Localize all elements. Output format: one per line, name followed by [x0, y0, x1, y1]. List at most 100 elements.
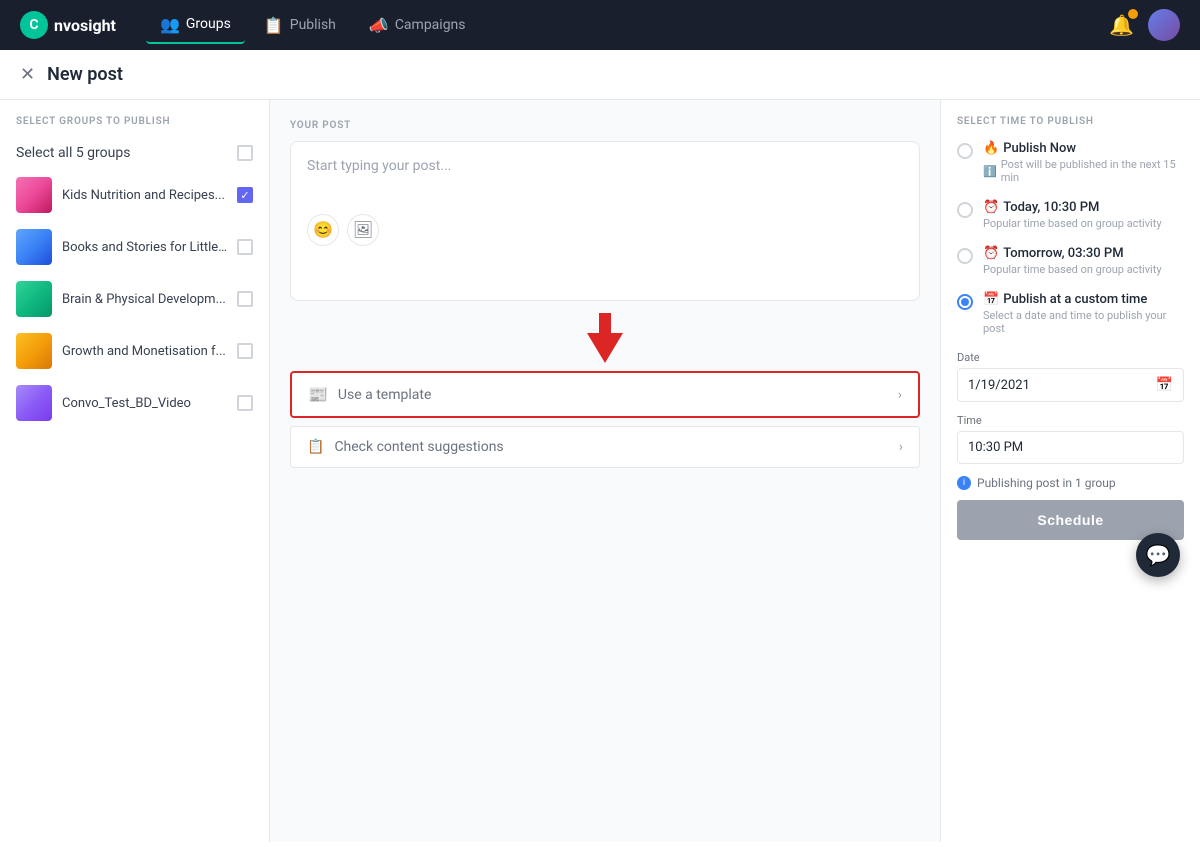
group-item-4[interactable]: Growth and Monetisation f...	[0, 325, 269, 377]
template-row-left: 📰 Use a template	[308, 385, 431, 404]
nav-label-groups: Groups	[186, 16, 231, 32]
page-title: New post	[47, 64, 123, 85]
content-layout: SELECT GROUPS TO PUBLISH Select all 5 gr…	[0, 100, 1200, 842]
group-checkbox-2[interactable]	[237, 239, 253, 255]
notifications-button[interactable]: 🔔	[1109, 13, 1134, 37]
alarm-emoji-today: ⏰	[983, 200, 999, 215]
use-template-row[interactable]: 📰 Use a template ›	[290, 371, 920, 418]
publish-now-radio[interactable]	[957, 143, 973, 159]
nav-label-campaigns: Campaigns	[395, 17, 466, 33]
publish-now-label: Publish Now	[1003, 141, 1076, 156]
suggestions-chevron-icon: ›	[899, 439, 903, 455]
publish-info-icon: i	[957, 476, 971, 490]
nav-item-publish[interactable]: 📋 Publish	[250, 8, 350, 43]
tomorrow-label: Tomorrow, 03:30 PM	[1003, 246, 1123, 261]
tomorrow-option[interactable]: ⏰ Tomorrow, 03:30 PM Popular time based …	[957, 246, 1184, 276]
nav-item-groups[interactable]: 👥 Groups	[146, 7, 245, 44]
suggestions-icon: 📋	[307, 439, 324, 455]
custom-time-sub-text: Select a date and time to publish your p…	[983, 309, 1184, 335]
template-icon: 📰	[308, 385, 328, 404]
your-post-label: YOUR POST	[290, 120, 920, 131]
group-thumbnail-3	[16, 281, 52, 317]
group-thumbnail-1	[16, 177, 52, 213]
today-label: Today, 10:30 PM	[1003, 200, 1099, 215]
notification-badge	[1128, 9, 1138, 19]
group-checkbox-5[interactable]	[237, 395, 253, 411]
group-checkbox-3[interactable]	[237, 291, 253, 307]
custom-time-subtitle: Select a date and time to publish your p…	[983, 309, 1184, 335]
time-label: Time	[957, 414, 1184, 427]
suggestions-row-left: 📋 Check content suggestions	[307, 439, 504, 455]
group-thumbnail-4	[16, 333, 52, 369]
group-checkbox-1[interactable]: ✓	[237, 187, 253, 203]
info-icon-now: ℹ️	[983, 165, 997, 178]
emoji-button[interactable]: 😊	[307, 214, 339, 246]
chat-fab-button[interactable]: 💬	[1136, 533, 1180, 577]
custom-time-title: 📅 Publish at a custom time	[983, 292, 1184, 307]
select-all-row[interactable]: Select all 5 groups	[0, 137, 269, 169]
logo-icon: C	[20, 11, 48, 39]
time-value: 10:30 PM	[968, 440, 1023, 455]
template-chevron-icon: ›	[898, 387, 902, 403]
select-all-checkbox[interactable]	[237, 145, 253, 161]
group-thumbnail-5	[16, 385, 52, 421]
calendar-icon: 📅	[1156, 377, 1173, 393]
publish-now-content: 🔥 Publish Now ℹ️ Post will be published …	[983, 141, 1184, 184]
nav-items: 👥 Groups 📋 Publish 📣 Campaigns	[146, 7, 1079, 44]
custom-time-radio[interactable]	[957, 294, 973, 310]
group-item-2[interactable]: Books and Stories for Little...	[0, 221, 269, 273]
nav-item-campaigns[interactable]: 📣 Campaigns	[355, 8, 480, 43]
publish-now-subtitle: ℹ️ Post will be published in the next 15…	[983, 158, 1184, 184]
campaigns-icon: 📣	[369, 16, 389, 35]
group-name-2: Books and Stories for Little...	[62, 240, 227, 255]
group-item-1[interactable]: Kids Nutrition and Recipes... ✓	[0, 169, 269, 221]
fire-emoji: 🔥	[983, 141, 999, 156]
tomorrow-title: ⏰ Tomorrow, 03:30 PM	[983, 246, 1184, 261]
user-avatar[interactable]	[1148, 9, 1180, 41]
date-input[interactable]: 1/19/2021 📅	[957, 368, 1184, 402]
custom-time-option[interactable]: 📅 Publish at a custom time Select a date…	[957, 292, 1184, 335]
group-name-5: Convo_Test_BD_Video	[62, 396, 227, 411]
editor-tools: 😊 🖼	[307, 214, 903, 246]
logo-text: nvosight	[54, 16, 116, 35]
arrow-head	[587, 333, 623, 363]
today-radio[interactable]	[957, 202, 973, 218]
date-value: 1/19/2021	[968, 378, 1030, 393]
today-sub-text: Popular time based on group activity	[983, 217, 1162, 230]
custom-time-content: 📅 Publish at a custom time Select a date…	[983, 292, 1184, 335]
top-navigation: C nvosight 👥 Groups 📋 Publish 📣 Campaign…	[0, 0, 1200, 50]
today-content: ⏰ Today, 10:30 PM Popular time based on …	[983, 200, 1184, 230]
page-header: ✕ New post	[0, 50, 1200, 100]
suggestions-label: Check content suggestions	[334, 439, 503, 455]
annotation-arrow	[290, 313, 920, 363]
nav-right: 🔔	[1109, 9, 1180, 41]
main-area: ✕ New post SELECT GROUPS TO PUBLISH Sele…	[0, 50, 1200, 847]
group-item-3[interactable]: Brain & Physical Developm...	[0, 273, 269, 325]
image-button[interactable]: 🖼	[347, 214, 379, 246]
template-label: Use a template	[338, 387, 431, 403]
post-editor[interactable]: Start typing your post... 😊 🖼	[290, 141, 920, 301]
publish-now-title: 🔥 Publish Now	[983, 141, 1184, 156]
group-item-5[interactable]: Convo_Test_BD_Video	[0, 377, 269, 429]
content-suggestions-row[interactable]: 📋 Check content suggestions ›	[290, 426, 920, 468]
groups-section-label: SELECT GROUPS TO PUBLISH	[0, 116, 269, 127]
publish-info: i Publishing post in 1 group	[957, 476, 1184, 490]
publish-icon: 📋	[264, 16, 284, 35]
logo[interactable]: C nvosight	[20, 11, 116, 39]
tomorrow-radio[interactable]	[957, 248, 973, 264]
tomorrow-sub-text: Popular time based on group activity	[983, 263, 1162, 276]
middle-content: YOUR POST Start typing your post... 😊 🖼 …	[270, 100, 940, 842]
time-input[interactable]: 10:30 PM	[957, 431, 1184, 464]
date-time-section: Date 1/19/2021 📅 Time 10:30 PM	[957, 351, 1184, 464]
today-option[interactable]: ⏰ Today, 10:30 PM Popular time based on …	[957, 200, 1184, 230]
select-all-label: Select all 5 groups	[16, 145, 130, 161]
arrow-shaft	[599, 313, 611, 333]
close-button[interactable]: ✕	[20, 64, 35, 85]
publish-now-option[interactable]: 🔥 Publish Now ℹ️ Post will be published …	[957, 141, 1184, 184]
right-sidebar: SELECT TIME TO PUBLISH 🔥 Publish Now ℹ️ …	[940, 100, 1200, 842]
group-checkbox-4[interactable]	[237, 343, 253, 359]
today-title: ⏰ Today, 10:30 PM	[983, 200, 1184, 215]
group-name-1: Kids Nutrition and Recipes...	[62, 188, 227, 203]
post-placeholder: Start typing your post...	[307, 158, 903, 174]
calendar-emoji: 📅	[983, 292, 999, 307]
